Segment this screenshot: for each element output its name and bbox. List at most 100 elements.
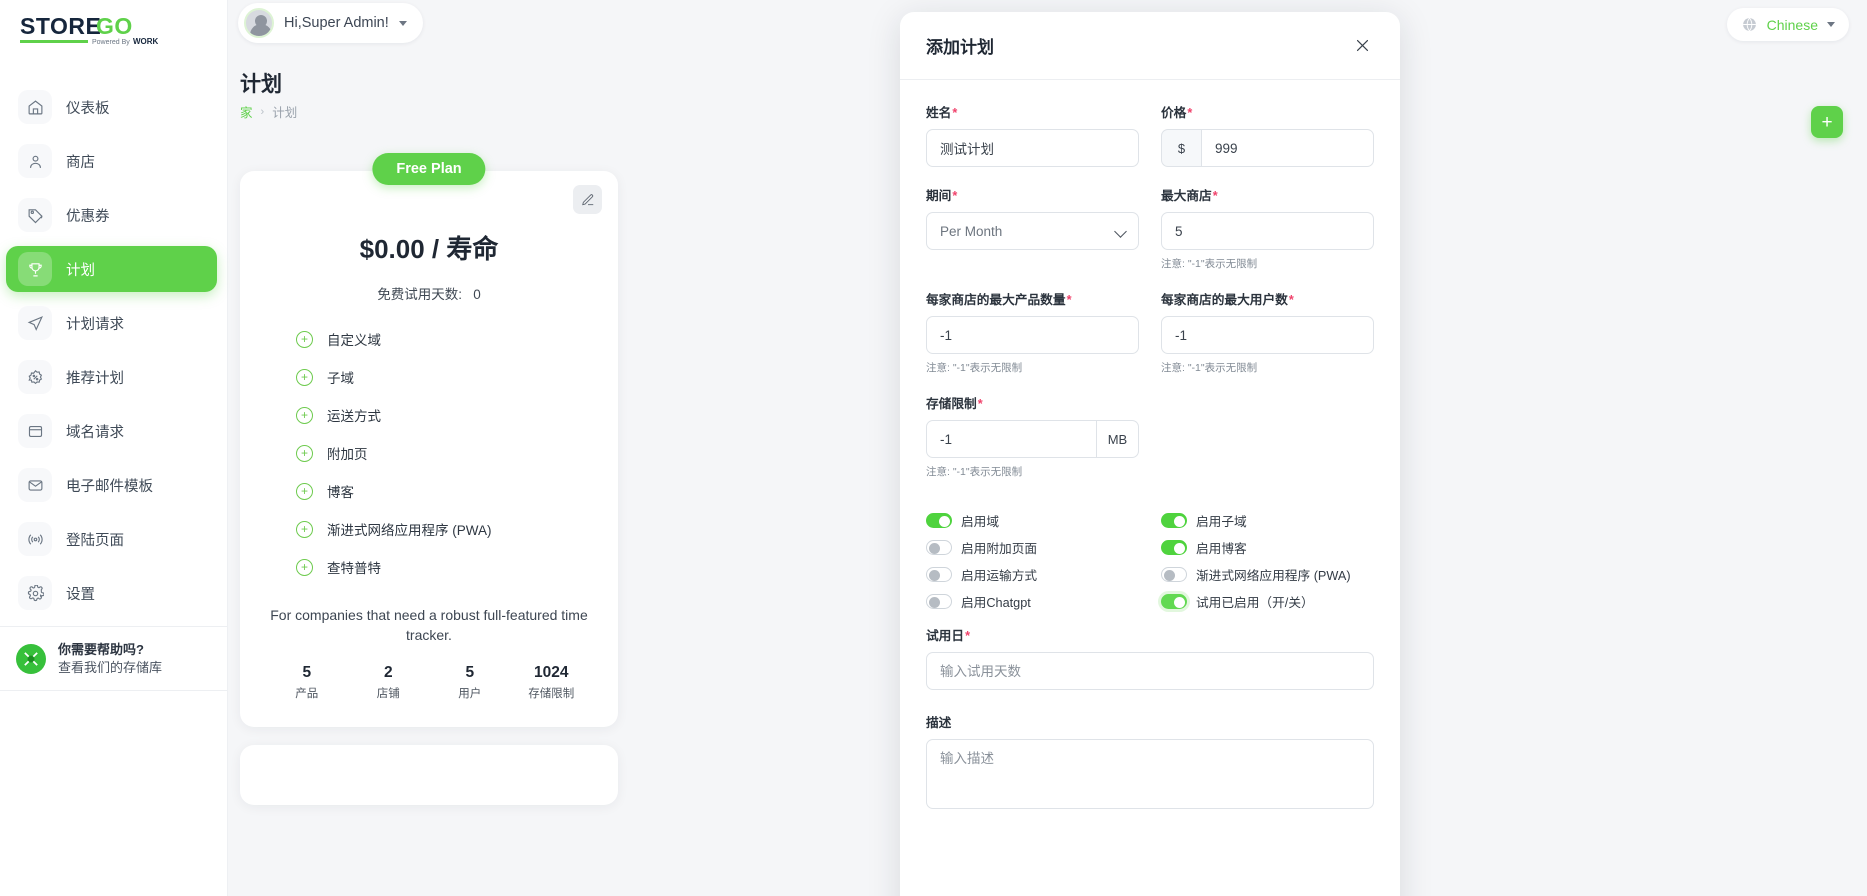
required-marker: * (952, 189, 958, 203)
currency-prefix: $ (1161, 129, 1201, 167)
modal-body: 姓名* 价格* $ 期间* Per (900, 80, 1400, 896)
plan-name-input[interactable] (926, 129, 1139, 167)
help-widget[interactable]: 你需要帮助吗? 查看我们的存储库 (0, 626, 227, 692)
sidebar-item-domain-request[interactable]: 域名请求 (6, 408, 217, 454)
field-note: 注意: "-1"表示无限制 (926, 466, 1023, 478)
feature-label: 渐进式网络应用程序 (PWA) (327, 523, 492, 538)
stat-item: 5 用户 (429, 664, 511, 701)
required-marker: * (965, 629, 970, 643)
trial-days-input[interactable] (926, 652, 1374, 690)
plan-card: Free Plan $0.00 / 寿命 免费试用天数: 0 + 自定义域 + 子域… (240, 153, 618, 727)
svg-text:GO: GO (96, 13, 133, 39)
toggle-enable-chatgpt[interactable]: 启用Chatgpt (926, 592, 1139, 611)
plus-circle-icon: + (296, 406, 313, 424)
stat-label: 用户 (458, 687, 482, 700)
sidebar-item-settings[interactable]: 设置 (6, 570, 217, 616)
duration-select[interactable]: Per Month (926, 212, 1139, 250)
close-icon[interactable] (1350, 34, 1374, 58)
edit-plan-button[interactable] (573, 185, 602, 214)
stat-value: 1024 (534, 663, 569, 681)
toggle-switch[interactable] (1161, 594, 1187, 609)
toggles-left-column: 启用域 启用附加页面 启用运输方式 启用Chatgpt (926, 511, 1139, 611)
toggle-switch[interactable] (1161, 567, 1187, 582)
field-description: 描述 (926, 712, 1374, 814)
max-products-input[interactable] (926, 316, 1139, 354)
feature-label: 运送方式 (327, 409, 381, 424)
avatar (244, 8, 274, 38)
toggle-enable-subdomain[interactable]: 启用子域 (1161, 511, 1374, 530)
plan-stats: 5 产品 2 店铺 5 用户 1024 存储限制 (266, 664, 592, 701)
list-item: + 子域 (296, 367, 592, 387)
field-label: 期间* (926, 189, 958, 203)
language-label: Chinese (1766, 16, 1818, 33)
breadcrumb-home[interactable]: 家 (240, 102, 253, 121)
plan-trial-value: 0 (473, 287, 481, 302)
main-content: Hi,Super Admin! Chinese 计划 家 › 计划 + Free… (228, 0, 1867, 896)
list-item: + 查特普特 (296, 557, 592, 577)
sidebar-nav: 仪表板 商店 优惠券 计划 计划请求 推荐计划 域名请求 电子邮件模板 登陆页面… (0, 84, 227, 616)
plan-badge: Free Plan (372, 153, 486, 185)
toggle-enable-shipping[interactable]: 启用运输方式 (926, 565, 1139, 584)
storage-input-group: MB (926, 420, 1139, 458)
toggles-right-column: 启用子域 启用博客 渐进式网络应用程序 (PWA) 试用已启用（开/关） (1161, 511, 1374, 611)
profile-menu[interactable]: Hi,Super Admin! (238, 3, 423, 43)
sidebar-item-coupon[interactable]: 优惠券 (6, 192, 217, 238)
modal-header: 添加计划 (900, 12, 1400, 80)
description-textarea[interactable] (926, 739, 1374, 809)
plan-feature-list: + 自定义域 + 子域 + 运送方式 + 附加页 + 博客 + 渐进式网络应用程序 (PWA… (266, 329, 592, 577)
field-max-users: 每家商店的最大用户数* 注意: "-1"表示无限制 (1161, 289, 1374, 375)
brand-logo[interactable]: STORE GO Powered By WORK (0, 0, 227, 70)
lifebuoy-icon (16, 643, 46, 674)
toggle-enable-pwa[interactable]: 渐进式网络应用程序 (PWA) (1161, 565, 1374, 584)
form-row-name-price: 姓名* 价格* $ (926, 102, 1374, 185)
toggle-switch[interactable] (926, 594, 952, 609)
sidebar-item-dashboard[interactable]: 仪表板 (6, 84, 217, 130)
sidebar-item-email-template[interactable]: 电子邮件模板 (6, 462, 217, 508)
sidebar-item-label: 域名请求 (66, 424, 124, 441)
sidebar-item-landing-page[interactable]: 登陆页面 (6, 516, 217, 562)
field-note: 注意: "-1"表示无限制 (1161, 362, 1258, 374)
toggle-label: 渐进式网络应用程序 (PWA) (1196, 569, 1351, 583)
window-icon (18, 414, 52, 448)
max-users-input[interactable] (1161, 316, 1374, 354)
add-plan-button[interactable]: + (1811, 106, 1843, 138)
toggle-trial-enabled[interactable]: 试用已启用（开/关） (1161, 592, 1374, 611)
help-subtitle: 查看我们的存储库 (58, 659, 163, 675)
toggle-enable-blog[interactable]: 启用博客 (1161, 538, 1374, 557)
sidebar-item-label: 计划请求 (66, 316, 124, 333)
sidebar-item-plan-request[interactable]: 计划请求 (6, 300, 217, 346)
field-label: 存储限制* (926, 397, 983, 411)
form-row-duration-maxstore: 期间* Per Month 最大商店* 注意: "-1"表示无限制 (926, 185, 1374, 289)
plus-circle-icon: + (296, 558, 313, 576)
sidebar-item-plan[interactable]: 计划 (6, 246, 217, 292)
plus-circle-icon: + (296, 520, 313, 538)
plan-trial-days: 免费试用天数: 0 (266, 283, 592, 303)
sidebar-item-referral-plan[interactable]: 推荐计划 (6, 354, 217, 400)
toggle-switch[interactable] (1161, 540, 1187, 555)
toggle-label: 启用附加页面 (961, 542, 1038, 556)
field-label: 最大商店* (1161, 189, 1218, 203)
tag-icon (18, 198, 52, 232)
broadcast-icon (18, 522, 52, 556)
form-row-maxproducts-maxusers: 每家商店的最大产品数量* 注意: "-1"表示无限制 每家商店的最大用户数* 注… (926, 289, 1374, 393)
toggle-switch[interactable] (926, 567, 952, 582)
toggle-switch[interactable] (926, 513, 952, 528)
list-item: + 运送方式 (296, 405, 592, 425)
language-selector[interactable]: Chinese (1726, 8, 1849, 41)
toggle-enable-domain[interactable]: 启用域 (926, 511, 1139, 530)
sidebar-item-store[interactable]: 商店 (6, 138, 217, 184)
max-store-input[interactable] (1161, 212, 1374, 250)
toggle-switch[interactable] (926, 540, 952, 555)
toggle-enable-addon-page[interactable]: 启用附加页面 (926, 538, 1139, 557)
svg-text:WORK: WORK (133, 37, 158, 46)
stat-item: 1024 存储限制 (511, 664, 593, 701)
stat-label: 店铺 (376, 687, 400, 700)
toggle-switch[interactable] (1161, 513, 1187, 528)
field-storage-limit: 存储限制* MB 注意: "-1"表示无限制 (926, 393, 1139, 479)
storage-limit-input[interactable] (926, 420, 1097, 458)
plan-price-input[interactable] (1201, 129, 1374, 167)
sidebar-item-label: 计划 (66, 262, 95, 279)
storego-logo-icon: STORE GO Powered By WORK (20, 13, 158, 46)
mail-icon (18, 468, 52, 502)
home-icon (18, 90, 52, 124)
